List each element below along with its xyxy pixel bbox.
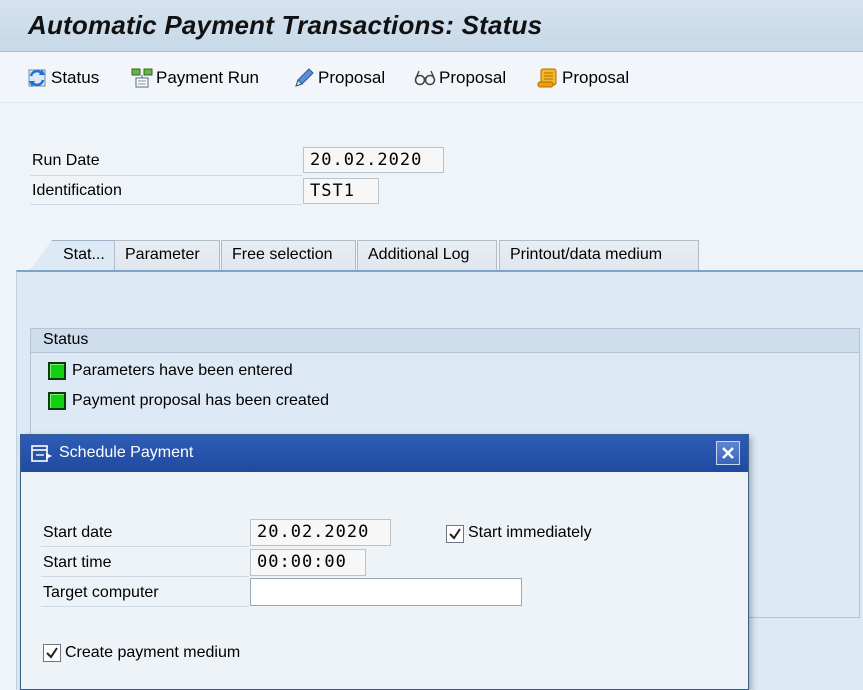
- proposal-log-button[interactable]: Proposal: [536, 65, 629, 91]
- refresh-status-icon: [25, 66, 49, 90]
- tab-free-selection-label: Free selection: [232, 246, 333, 263]
- target-computer-input[interactable]: [250, 578, 522, 606]
- pencil-edit-icon: [292, 66, 316, 90]
- schedule-payment-dialog: Schedule Payment Start date 20.02.2020 S…: [20, 434, 749, 690]
- start-time-field[interactable]: 00:00:00: [250, 549, 366, 576]
- target-computer-underline: [41, 606, 249, 607]
- close-icon: [722, 447, 734, 459]
- identification-field[interactable]: TST1: [303, 178, 379, 204]
- edit-proposal-button[interactable]: Proposal: [292, 65, 385, 91]
- tab-parameter[interactable]: Parameter: [114, 240, 220, 270]
- tab-additional-log-label: Additional Log: [368, 246, 470, 263]
- display-proposal-label: Proposal: [439, 68, 507, 87]
- start-immediately-label: Start immediately: [468, 524, 592, 541]
- create-payment-medium-label: Create payment medium: [65, 644, 241, 661]
- edit-proposal-label: Proposal: [318, 68, 386, 87]
- payment-run-button[interactable]: Payment Run: [130, 65, 259, 91]
- green-status-icon: [48, 392, 66, 410]
- title-bar: Automatic Payment Transactions: Status: [0, 0, 863, 52]
- tab-printout-label: Printout/data medium: [510, 246, 663, 263]
- tab-parameter-label: Parameter: [125, 246, 200, 263]
- status-item: Parameters have been entered: [48, 362, 293, 380]
- green-status-icon: [48, 362, 66, 380]
- identification-label: Identification: [32, 182, 122, 199]
- page-title: Automatic Payment Transactions: Status: [28, 10, 543, 40]
- payment-run-icon: [130, 66, 154, 90]
- checkmark-icon: [449, 528, 461, 540]
- tab-additional-log[interactable]: Additional Log: [357, 240, 497, 270]
- payment-run-button-label: Payment Run: [156, 68, 259, 87]
- run-date-underline: [30, 175, 302, 176]
- glasses-display-icon: [413, 66, 437, 90]
- dialog-window-icon: [31, 444, 53, 469]
- identification-underline: [30, 204, 302, 205]
- tab-free-selection[interactable]: Free selection: [221, 240, 356, 270]
- start-date-underline: [41, 546, 249, 547]
- tab-printout-data-medium[interactable]: Printout/data medium: [499, 240, 699, 270]
- status-item-text: Parameters have been entered: [72, 362, 293, 379]
- status-item-text: Payment proposal has been created: [72, 392, 330, 409]
- tab-status[interactable]: Stat...: [30, 240, 116, 270]
- scroll-log-icon: [536, 66, 560, 90]
- start-date-field[interactable]: 20.02.2020: [250, 519, 391, 546]
- dialog-close-button[interactable]: [716, 441, 740, 465]
- create-payment-medium-checkbox[interactable]: [43, 644, 61, 662]
- start-time-underline: [41, 576, 249, 577]
- proposal-log-label: Proposal: [562, 68, 630, 87]
- status-item: Payment proposal has been created: [48, 392, 329, 410]
- display-proposal-button[interactable]: Proposal: [413, 65, 506, 91]
- dialog-title: Schedule Payment: [59, 444, 194, 461]
- dialog-title-bar[interactable]: Schedule Payment: [21, 435, 748, 472]
- tab-status-label: Stat...: [63, 246, 105, 263]
- application-toolbar: Status Payment Run Proposal Proposal Pro…: [0, 53, 863, 103]
- checkmark-icon: [46, 647, 58, 659]
- start-date-label: Start date: [43, 524, 113, 541]
- status-button[interactable]: Status: [25, 65, 99, 91]
- start-time-label: Start time: [43, 554, 112, 571]
- run-date-field[interactable]: 20.02.2020: [303, 147, 444, 173]
- tab-strip: Stat... Parameter Free selection Additio…: [16, 240, 863, 270]
- status-group-title: Status: [31, 329, 859, 353]
- target-computer-label: Target computer: [43, 584, 159, 601]
- run-date-label: Run Date: [32, 152, 100, 169]
- start-immediately-checkbox[interactable]: [446, 525, 464, 543]
- status-button-label: Status: [51, 68, 100, 87]
